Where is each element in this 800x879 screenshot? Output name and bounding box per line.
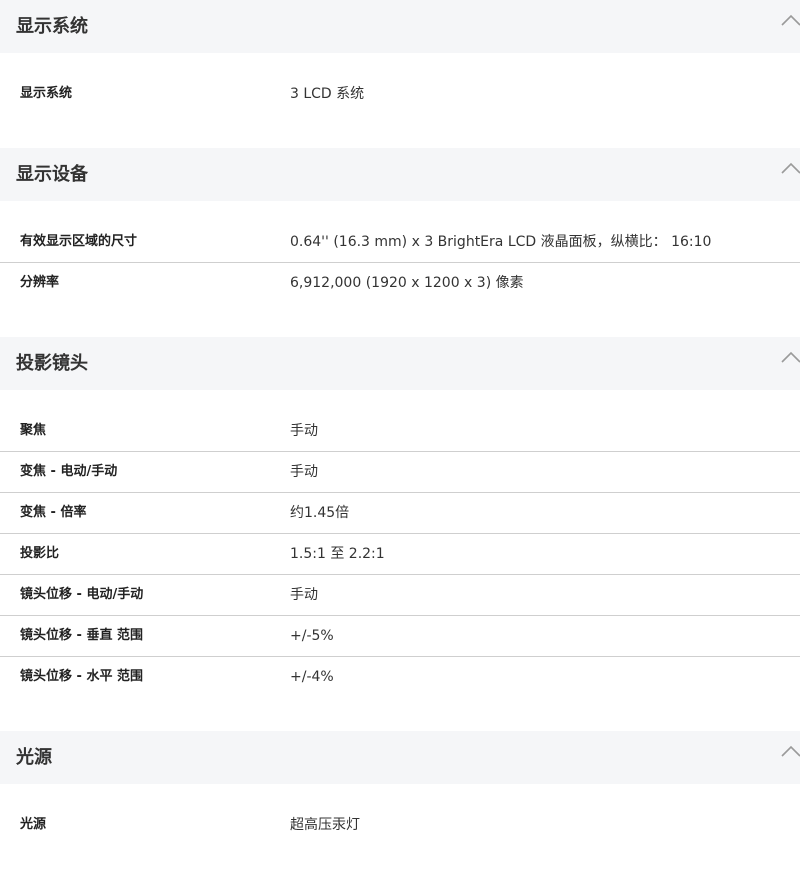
spec-row: 镜头位移 - 垂直 范围 +/-5% (0, 616, 800, 657)
spec-section: 光源 光源 超高压汞灯 (0, 731, 800, 879)
spec-value: 1.5:1 至 2.2:1 (290, 546, 385, 562)
section-body: 有效显示区域的尺寸 0.64'' (16.3 mm) x 3 BrightEra … (0, 201, 800, 337)
spec-label: 镜头位移 - 垂直 范围 (20, 628, 143, 643)
spec-value: 3 LCD 系统 (290, 86, 365, 102)
spec-row: 有效显示区域的尺寸 0.64'' (16.3 mm) x 3 BrightEra … (0, 222, 800, 263)
section-title: 显示系统 (16, 16, 88, 37)
spec-section: 显示设备有效显示区域的尺寸 0.64'' (16.3 mm) x 3 Bright… (0, 148, 800, 337)
section-header[interactable]: 显示设备 (0, 148, 800, 201)
spec-row: 镜头位移 - 水平 范围 +/-4% (0, 657, 800, 697)
spec-value: +/-4% (290, 669, 334, 685)
spec-label: 投影比 (20, 546, 60, 561)
section-title: 显示设备 (16, 164, 88, 185)
spec-value: 手动 (290, 464, 318, 480)
spec-sections: 显示系统 显示系统 3 LCD 系统 显示设备 有效显示区域的尺寸 0.64'' (16.… (0, 0, 800, 879)
spec-label: 光源 (20, 817, 47, 832)
chevron-up-icon[interactable] (780, 12, 800, 28)
spec-section: 显示系统 显示系统 3 LCD 系统 (0, 0, 800, 148)
spec-row: 投影比 1.5:1 至 2.2:1 (0, 534, 800, 575)
spec-value: 超高压汞灯 (290, 817, 360, 833)
section-body: 显示系统 3 LCD 系统 (0, 53, 800, 148)
spec-row: 分辨率 6,912,000 (1920 x 1200 x 3) 像素 (0, 263, 800, 303)
chevron-up-icon[interactable] (780, 349, 800, 365)
spec-value: 6,912,000 (1920 x 1200 x 3) 像素 (290, 275, 524, 291)
spec-label: 分辨率 (20, 275, 60, 290)
section-body: 光源 超高压汞灯 (0, 784, 800, 879)
spec-section: 投影镜头 聚焦 手动 变焦 - 电动/手动 手动 变焦 - 倍率 约1.45倍 投影比 1.5:… (0, 337, 800, 731)
spec-row: 聚焦 手动 (0, 411, 800, 452)
section-header[interactable]: 光源 (0, 731, 800, 784)
spec-row: 显示系统 3 LCD 系统 (0, 74, 800, 114)
spec-value: +/-5% (290, 628, 334, 644)
spec-value: 0.64'' (16.3 mm) x 3 BrightEra LCD 液晶面板，… (290, 234, 712, 250)
spec-label: 显示系统 (20, 86, 73, 101)
spec-row: 镜头位移 - 电动/手动 手动 (0, 575, 800, 616)
spec-value: 手动 (290, 423, 318, 439)
spec-label: 镜头位移 - 水平 范围 (20, 669, 143, 684)
spec-row: 变焦 - 倍率 约1.45倍 (0, 493, 800, 534)
spec-label: 变焦 - 电动/手动 (20, 464, 118, 479)
spec-label: 聚焦 (20, 423, 47, 438)
section-header[interactable]: 显示系统 (0, 0, 800, 53)
spec-value: 约1.45倍 (290, 505, 350, 521)
spec-label: 有效显示区域的尺寸 (20, 234, 138, 249)
chevron-up-icon[interactable] (780, 160, 800, 176)
section-header[interactable]: 投影镜头 (0, 337, 800, 390)
section-body: 聚焦 手动 变焦 - 电动/手动 手动 变焦 - 倍率 约1.45倍 投影比 1.5:1 至 … (0, 390, 800, 731)
spec-row: 变焦 - 电动/手动 手动 (0, 452, 800, 493)
chevron-up-icon[interactable] (780, 743, 800, 759)
section-title: 投影镜头 (16, 353, 88, 374)
section-title: 光源 (16, 747, 52, 768)
spec-label: 镜头位移 - 电动/手动 (20, 587, 144, 602)
spec-row: 光源 超高压汞灯 (0, 805, 800, 845)
spec-label: 变焦 - 倍率 (20, 505, 87, 520)
spec-value: 手动 (290, 587, 318, 603)
